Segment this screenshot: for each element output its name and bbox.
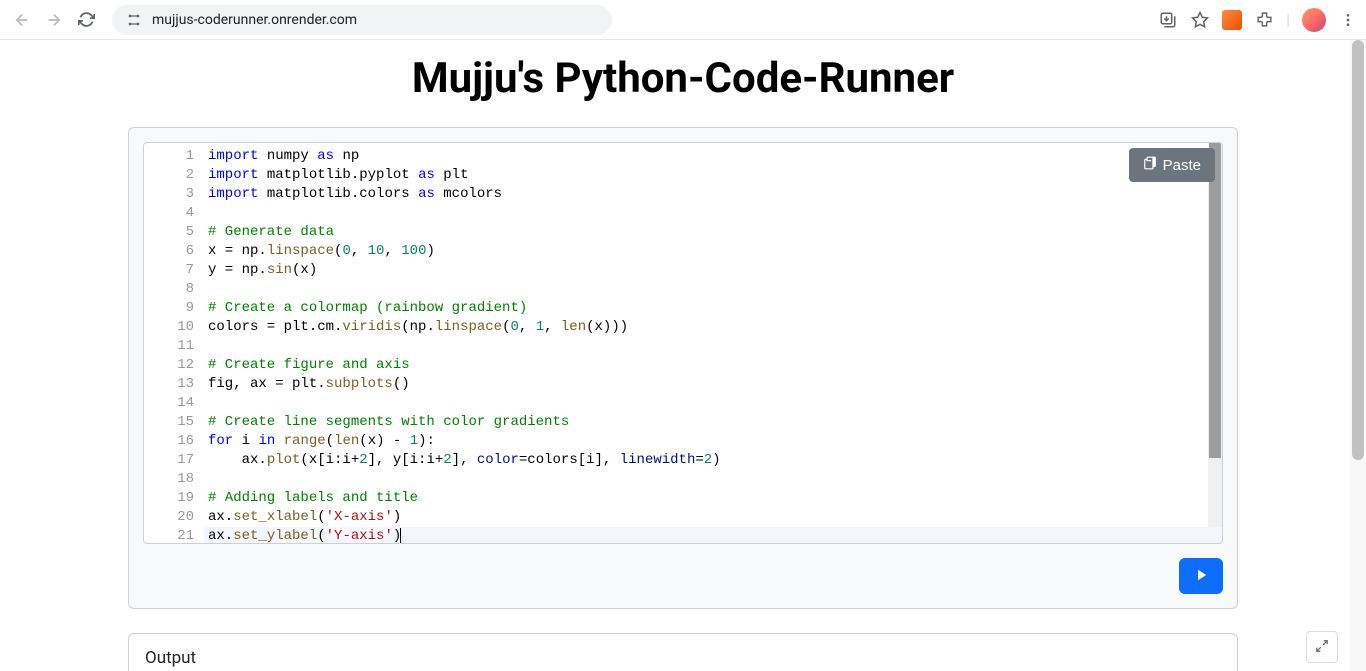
code-line[interactable]: # Create a colormap (rainbow gradient) [204,299,1222,318]
code-line[interactable]: # Generate data [204,223,1222,242]
code-line[interactable] [204,394,1222,413]
site-settings-icon[interactable] [124,10,144,30]
more-menu-icon[interactable] [1338,10,1358,30]
code-line[interactable]: # Create line segments with color gradie… [204,413,1222,432]
code-line[interactable]: ax.plot(x[i:i+2], y[i:i+2], color=colors… [204,451,1222,470]
code-line[interactable]: # Adding labels and title [204,489,1222,508]
expand-button[interactable] [1306,631,1338,663]
code-line[interactable]: x = np.linspace(0, 10, 100) [204,242,1222,261]
page-viewport: Mujju's Python-Code-Runner Paste 1234567… [0,40,1366,671]
profile-avatar-icon[interactable] [1302,8,1326,32]
clipboard-icon [1143,156,1157,174]
reload-button[interactable] [72,6,100,34]
code-line[interactable]: ax.set_xlabel('X-axis') [204,508,1222,527]
code-lines[interactable]: import numpy as npimport matplotlib.pypl… [204,143,1222,544]
code-line[interactable]: import numpy as np [204,147,1222,166]
code-line[interactable]: # Create figure and axis [204,356,1222,375]
extensions-icon[interactable] [1254,10,1274,30]
line-gutter: 123456789101112131415161718192021 [144,143,204,544]
bookmark-icon[interactable] [1190,10,1210,30]
page-scrollbar-thumb[interactable] [1352,40,1364,460]
output-panel: Output [128,633,1238,671]
code-line[interactable]: import matplotlib.pyplot as plt [204,166,1222,185]
code-line[interactable] [204,204,1222,223]
back-button[interactable] [8,6,36,34]
page-scrollbar[interactable] [1350,40,1366,671]
browser-toolbar: mujjus-coderunner.onrender.com | [0,0,1366,40]
code-line[interactable]: for i in range(len(x) - 1): [204,432,1222,451]
code-line[interactable] [204,470,1222,489]
install-app-icon[interactable] [1158,10,1178,30]
code-line[interactable]: ax.set_ylabel('Y-axis') [204,527,1222,544]
metamask-extension-icon[interactable] [1222,10,1242,30]
expand-icon [1315,638,1329,657]
editor-panel: Paste 123456789101112131415161718192021 … [128,127,1238,609]
code-line[interactable] [204,280,1222,299]
code-line[interactable]: import matplotlib.colors as mcolors [204,185,1222,204]
url-text: mujjus-coderunner.onrender.com [152,12,357,28]
code-line[interactable] [204,337,1222,356]
play-icon [1192,566,1210,587]
output-label: Output [145,648,1221,668]
code-editor[interactable]: 123456789101112131415161718192021 import… [143,142,1223,544]
paste-label: Paste [1163,157,1201,174]
run-button[interactable] [1179,558,1223,594]
page-title: Mujju's Python-Code-Runner [16,40,1350,127]
forward-button[interactable] [40,6,68,34]
code-line[interactable]: y = np.sin(x) [204,261,1222,280]
url-bar[interactable]: mujjus-coderunner.onrender.com [112,5,612,35]
code-line[interactable]: colors = plt.cm.viridis(np.linspace(0, 1… [204,318,1222,337]
paste-button[interactable]: Paste [1129,148,1215,182]
code-line[interactable]: fig, ax = plt.subplots() [204,375,1222,394]
